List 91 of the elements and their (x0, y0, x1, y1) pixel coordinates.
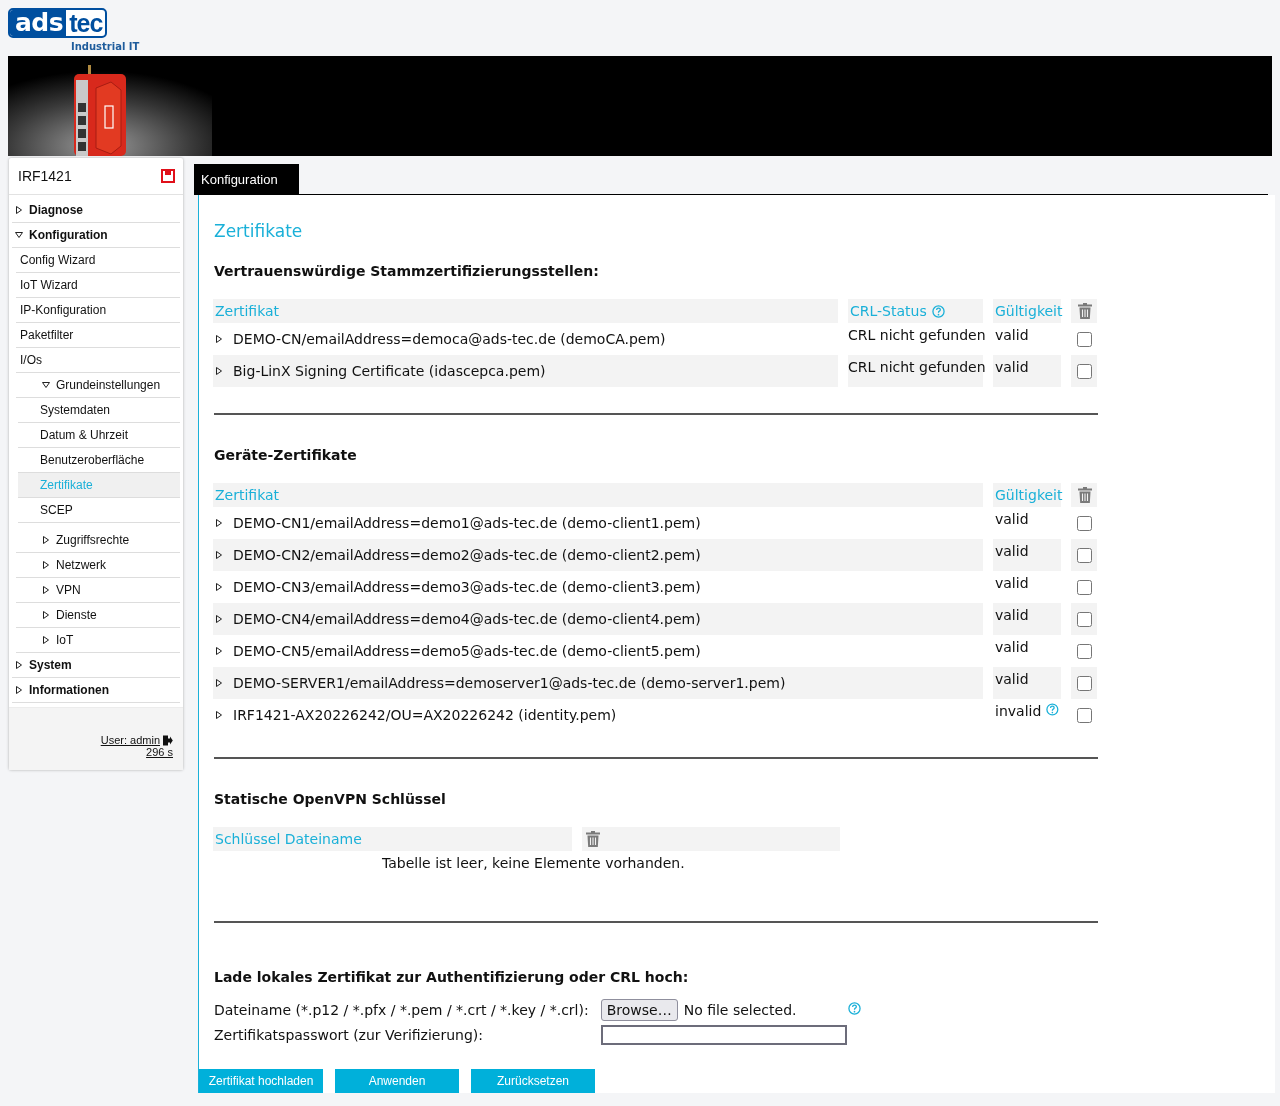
device-name: IRF1421 (18, 168, 72, 184)
collapsed-arrow-icon[interactable] (15, 661, 23, 669)
row-checkbox[interactable] (1076, 579, 1092, 595)
sidebar-item[interactable]: SCEP (18, 498, 180, 523)
session-timer[interactable]: 296 s (146, 746, 173, 758)
sidebar-item[interactable]: Konfiguration (12, 223, 180, 248)
row-checkbox[interactable] (1076, 707, 1092, 723)
empty-table-message: Tabelle ist leer, keine Elemente vorhanden. (382, 855, 686, 871)
table-cell: valid (993, 355, 1061, 387)
row-checkbox[interactable] (1076, 331, 1092, 347)
expanded-arrow-icon[interactable] (42, 381, 50, 389)
page-title: Zertifikate (214, 221, 304, 241)
browse-button[interactable]: Browse… (600, 999, 678, 1021)
certificate-name: Big-LinX Signing Certificate (idascepca.pem) (233, 363, 546, 379)
field-label: Zertifikatspasswort (zur Verifizierung): (214, 1027, 485, 1043)
collapsed-arrow-icon[interactable] (42, 636, 50, 644)
field-label: Dateiname (*.p12 / *.pfx / *.pem / *.crt / *.key / *.crl): (214, 1002, 589, 1018)
certificate-name: DEMO-CN2/emailAddress=demo2@ads-tec.de (demo-client2.pem) (233, 547, 701, 563)
collapsed-arrow-icon[interactable] (215, 647, 223, 655)
table-cell-text: CRL nicht gefunden (848, 326, 983, 345)
collapsed-arrow-icon[interactable] (215, 615, 223, 623)
validity-text: valid (995, 511, 1029, 527)
sidebar-item[interactable]: Zugriffsrechte (16, 528, 180, 553)
row-checkbox[interactable] (1076, 515, 1092, 531)
validity-text: valid (995, 543, 1029, 559)
section-heading: Vertrauenswürdige Stammzertifizierungsstellen: (214, 263, 600, 279)
row-checkbox[interactable] (1076, 675, 1092, 691)
help-icon[interactable] (847, 1002, 861, 1015)
section-heading: Lade lokales Zertifikat zur Authentifizierung oder CRL hoch: (214, 969, 690, 985)
logo-tagline: Industrial IT (71, 41, 140, 52)
password-field[interactable] (600, 1025, 847, 1045)
certificate-name: DEMO-CN1/emailAddress=demo1@ads-tec.de (demo-client1.pem) (233, 515, 701, 531)
collapsed-arrow-icon[interactable] (42, 561, 50, 569)
row-checkbox[interactable] (1076, 643, 1092, 659)
save-icon[interactable] (161, 169, 175, 183)
expanded-arrow-icon[interactable] (15, 231, 23, 239)
certificate-name: DEMO-SERVER1/emailAddress=demoserver1@ads-tec.de (demo-server1.pem) (233, 675, 786, 691)
validity-text: valid (995, 607, 1029, 623)
collapsed-arrow-icon[interactable] (215, 519, 223, 527)
certificate-name: DEMO-CN5/emailAddress=demo5@ads-tec.de (demo-client5.pem) (233, 643, 701, 659)
collapsed-arrow-icon[interactable] (215, 583, 223, 591)
collapsed-arrow-icon[interactable] (42, 586, 50, 594)
collapsed-arrow-icon[interactable] (42, 611, 50, 619)
sidebar-item[interactable]: Grundeinstellungen (16, 373, 180, 398)
collapsed-arrow-icon[interactable] (215, 551, 223, 559)
sidebar-item[interactable]: IoT Wizard (16, 273, 180, 298)
tab[interactable]: Konfiguration (194, 164, 299, 194)
validity-text: valid (995, 671, 1029, 687)
trash-icon[interactable] (585, 830, 601, 848)
logo-text: tec (68, 10, 104, 36)
trash-icon[interactable] (1077, 486, 1093, 504)
sidebar-item[interactable]: Paketfilter (16, 323, 180, 348)
file-status: No file selected. (683, 1002, 797, 1018)
collapsed-arrow-icon[interactable] (15, 686, 23, 694)
certificate-name: DEMO-CN/emailAddress=democa@ads-tec.de (demoCA.pem) (233, 331, 666, 347)
logo-text: ads (10, 10, 67, 36)
sidebar-item[interactable]: I/Os (16, 348, 180, 373)
collapsed-arrow-icon[interactable] (215, 679, 223, 687)
sidebar-item[interactable]: IoT (16, 628, 180, 653)
certificate-name: IRF1421-AX20226242/OU=AX20226242 (identity.pem) (233, 707, 617, 723)
section-heading: Statische OpenVPN Schlüssel (214, 791, 447, 807)
table-cell-text: valid (994, 326, 1030, 345)
sidebar-item[interactable]: Dienste (16, 603, 180, 628)
row-checkbox[interactable] (1076, 547, 1092, 563)
section-heading: Geräte-Zertifikate (214, 447, 358, 463)
table-cell: CRL nicht gefunden (848, 355, 983, 387)
sidebar-item[interactable]: Diagnose (12, 198, 180, 223)
sidebar-item[interactable]: Netzwerk (16, 553, 180, 578)
certificate-name: DEMO-CN4/emailAddress=demo4@ads-tec.de (demo-client4.pem) (233, 611, 701, 627)
collapsed-arrow-icon[interactable] (15, 206, 23, 214)
trash-icon[interactable] (1077, 302, 1093, 320)
collapsed-arrow-icon[interactable] (215, 711, 223, 719)
row-checkbox[interactable] (1076, 611, 1092, 627)
sidebar-item[interactable]: Config Wizard (16, 248, 180, 273)
logout-icon[interactable] (162, 734, 173, 746)
sidebar-item[interactable]: Informationen (12, 678, 180, 703)
collapsed-arrow-icon[interactable] (215, 367, 223, 375)
collapsed-arrow-icon[interactable] (215, 335, 223, 343)
validity-text: valid (995, 575, 1029, 591)
sidebar-item[interactable]: IP-Konfiguration (16, 298, 180, 323)
validity-text: invalid (995, 703, 1042, 719)
user-link[interactable]: User: admin (100, 734, 160, 746)
collapsed-arrow-icon[interactable] (42, 536, 50, 544)
sidebar-item[interactable]: System (12, 653, 180, 678)
help-icon[interactable] (1046, 703, 1059, 716)
row-checkbox[interactable] (1076, 363, 1092, 379)
sidebar-item[interactable]: Datum & Uhrzeit (18, 423, 180, 448)
certificate-name: DEMO-CN3/emailAddress=demo3@ads-tec.de (demo-client3.pem) (233, 579, 701, 595)
sidebar-item[interactable]: VPN (16, 578, 180, 603)
validity-text: valid (995, 639, 1029, 655)
sidebar-item[interactable]: Systemdaten (18, 398, 180, 423)
